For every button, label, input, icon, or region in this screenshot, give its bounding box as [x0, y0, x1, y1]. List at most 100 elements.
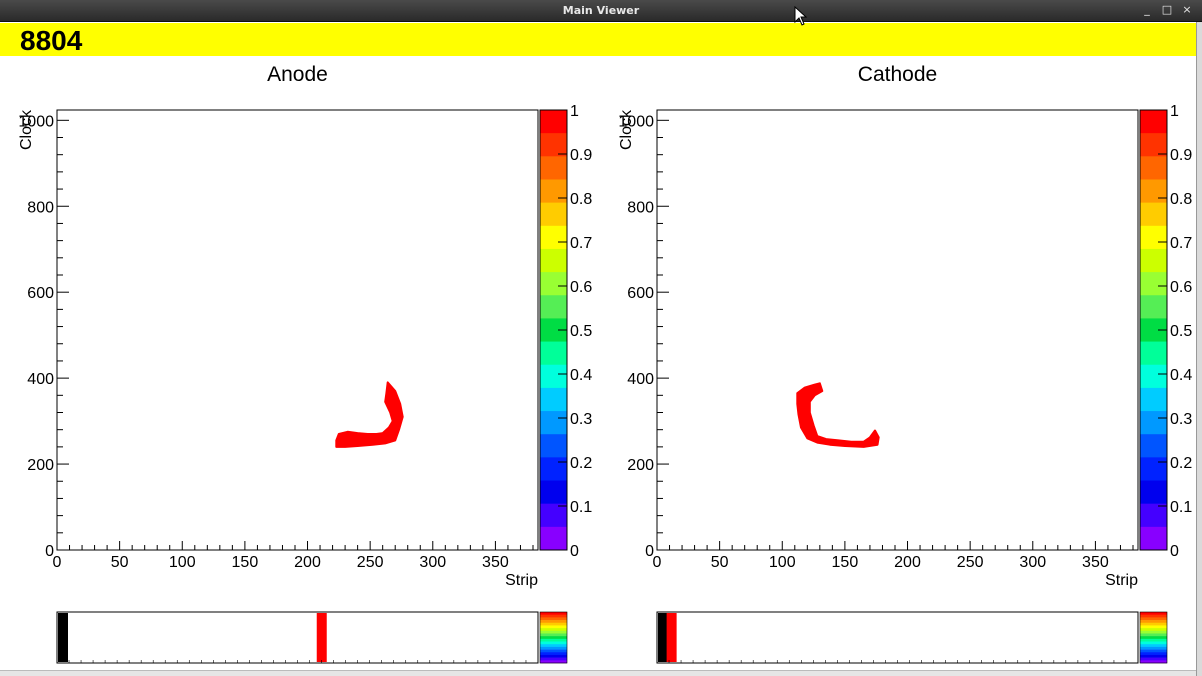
cathode-y-tick-label: 600	[627, 285, 654, 302]
anode-time-red-band	[316, 613, 327, 662]
cathode-x-tick-label: 100	[769, 554, 796, 571]
cathode-colorbar-segment	[1140, 133, 1167, 157]
maximize-button[interactable]: □	[1160, 3, 1174, 17]
cathode-x-tick-label: 350	[1082, 554, 1109, 571]
window-titlebar: Main Viewer _ □ ×	[0, 0, 1202, 22]
cathode-time-left-band	[658, 613, 668, 662]
anode-colorbar-label: 0.5	[570, 323, 592, 340]
anode-x-axis-label: Strip	[505, 572, 538, 589]
window-bottom-border[interactable]	[0, 670, 1196, 676]
anode-x-tick-label: 150	[232, 554, 259, 571]
cathode-time-red-band	[666, 613, 677, 662]
cathode-colorbar-label: 0.5	[1170, 323, 1192, 340]
cathode-time-colorbar-segment	[1140, 646, 1167, 650]
cathode-time-colorbar-segment	[1140, 638, 1167, 642]
cathode-title: Cathode	[858, 63, 937, 86]
anode-colorbar-segment	[540, 387, 567, 412]
cathode-colorbar-label: 0.6	[1170, 279, 1192, 296]
anode-colorbar-segment	[540, 272, 567, 296]
anode-colorbar-label: 0.1	[570, 499, 592, 516]
anode-x-tick-label: 350	[482, 554, 509, 571]
anode-colorbar-label: 0.6	[570, 279, 592, 296]
cathode-time-colorbar-segment	[1140, 617, 1167, 621]
anode-colorbar-segment	[540, 526, 567, 551]
cathode-y-tick-label: 0	[645, 543, 654, 560]
anode-time-colorbar-segment	[540, 657, 567, 661]
anode-colorbar-segment	[540, 133, 567, 157]
plot-canvas[interactable]: Anode 0 50 100 150 200 250 300 350 0 200 400 600 800 1…	[0, 56, 1196, 670]
anode-time-colorbar-segment	[540, 628, 567, 632]
cathode-colorbar-segment	[1140, 156, 1167, 180]
anode-time-colorbar-segment	[540, 625, 567, 629]
cathode-colorbar-label: 0	[1170, 543, 1179, 560]
cathode-time-colorbar-segment	[1140, 614, 1167, 618]
cathode-colorbar-segment	[1140, 295, 1167, 319]
cathode-colorbar-segment	[1140, 341, 1167, 366]
anode-y-tick-label: 400	[27, 371, 54, 388]
anode-time-colorbar-segment	[540, 614, 567, 618]
cathode-colorbar-segment	[1140, 480, 1167, 505]
anode-frame	[56, 109, 539, 551]
anode-colorbar-label: 0.9	[570, 147, 592, 164]
cathode-colorbar-segment	[1140, 387, 1167, 412]
cathode-frame	[656, 109, 1139, 551]
anode-y-tick-label: 0	[45, 543, 54, 560]
cathode-time-colorbar-segment	[1140, 641, 1167, 645]
anode-colorbar-segment	[540, 225, 567, 250]
anode-x-tick-label: 300	[419, 554, 446, 571]
cathode-y-tick-label: 800	[627, 199, 654, 216]
anode-time-left-band	[58, 613, 68, 662]
window-right-border[interactable]	[1196, 22, 1202, 676]
anode-colorbar-segment	[540, 156, 567, 180]
cathode-colorbar-label: 0.3	[1170, 411, 1192, 428]
anode-time-colorbar-segment	[540, 641, 567, 645]
anode-colorbar-label: 0.8	[570, 191, 592, 208]
cathode-colorbar-segment	[1140, 503, 1167, 528]
anode-time-colorbar-segment	[540, 654, 567, 658]
cathode-colorbar-segment	[1140, 457, 1167, 482]
anode-x-tick-label: 200	[294, 554, 321, 571]
cathode-x-tick-label: 300	[1019, 554, 1046, 571]
minimize-button[interactable]: _	[1140, 3, 1154, 17]
anode-time-colorbar-segment	[540, 630, 567, 634]
anode-colorbar-segment	[540, 480, 567, 505]
cathode-y-tick-label: 200	[627, 457, 654, 474]
anode-time-colorbar-segment	[540, 633, 567, 637]
cathode-x-tick-label: 200	[894, 554, 921, 571]
close-button[interactable]: ×	[1180, 3, 1194, 17]
anode-colorbar-segment	[540, 364, 567, 389]
anode-colorbar-segment	[540, 411, 567, 435]
cathode-x-tick-label: 150	[832, 554, 859, 571]
anode-time-colorbar-segment	[540, 646, 567, 650]
cathode-colorbar-label: 0.1	[1170, 499, 1192, 516]
anode-colorbar-segment	[540, 202, 567, 227]
cathode-time-colorbar-segment	[1140, 612, 1167, 615]
cathode-time-colorbar-segment	[1140, 652, 1167, 656]
cathode-time-colorbar-segment	[1140, 622, 1167, 626]
cathode-time-colorbar-segment	[1140, 657, 1167, 661]
cathode-colorbar-segment	[1140, 225, 1167, 250]
cathode-colorbar-segment	[1140, 179, 1167, 204]
mouse-cursor-icon	[794, 6, 808, 26]
anode-y-axis-label: Clock	[18, 109, 35, 150]
anode-time-colorbar-segment	[540, 620, 567, 624]
anode-colorbar-segment	[540, 248, 567, 273]
cathode-x-axis-label: Strip	[1105, 572, 1138, 589]
anode-x-tick-label: 250	[357, 554, 384, 571]
anode-time-colorbar-segment	[540, 622, 567, 626]
anode-title: Anode	[267, 63, 328, 86]
cathode-colorbar-label: 0.8	[1170, 191, 1192, 208]
anode-x-tick-label: 100	[169, 554, 196, 571]
cathode-time-frame	[656, 611, 1139, 664]
cathode-colorbar-label: 0.9	[1170, 147, 1192, 164]
cathode-y-axis-label: Clock	[618, 109, 635, 150]
cathode-colorbar-segment	[1140, 526, 1167, 551]
cathode-x-tick-label: 250	[957, 554, 984, 571]
cathode-time-colorbar-segment	[1140, 636, 1167, 640]
anode-colorbar-label: 0.4	[570, 367, 592, 384]
cathode-colorbar-label: 0.4	[1170, 367, 1192, 384]
cathode-colorbar-segment	[1140, 202, 1167, 227]
window-title: Main Viewer	[562, 4, 640, 17]
anode-x-tick-label: 50	[111, 554, 129, 571]
cathode-time-colorbar-segment	[1140, 649, 1167, 653]
